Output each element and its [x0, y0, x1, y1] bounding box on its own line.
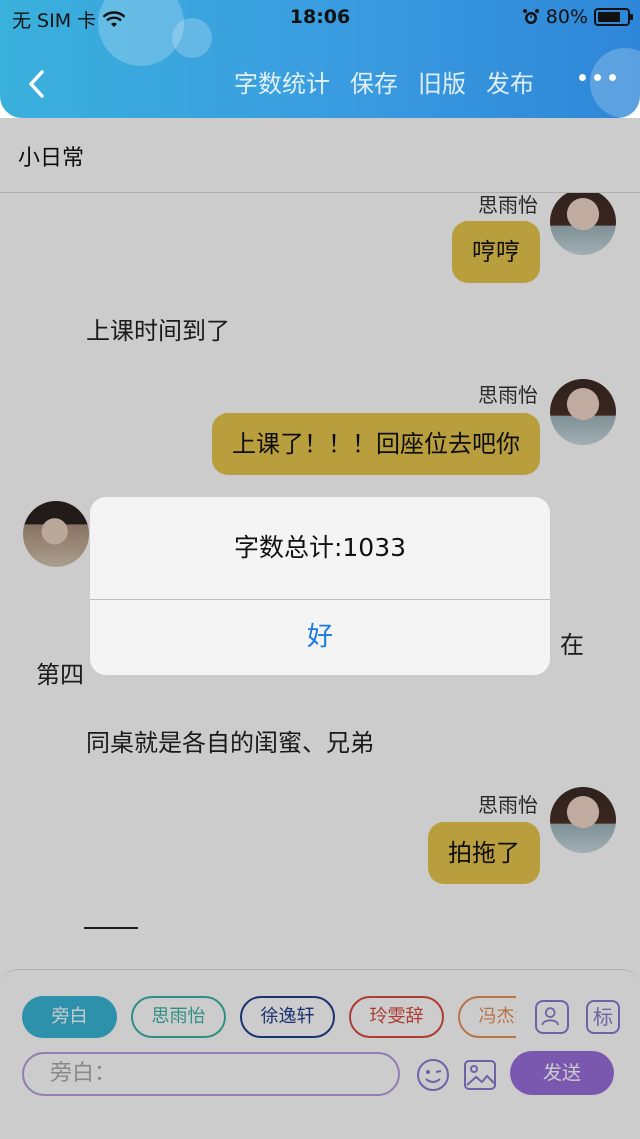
back-chevron-icon[interactable] [24, 66, 52, 102]
old-version-button[interactable]: 旧版 [418, 66, 466, 102]
status-bar: 无 SIM 卡 18:06 80% [0, 0, 640, 36]
nav-actions: 字数统计 保存 旧版 发布 [234, 66, 534, 102]
publish-button[interactable]: 发布 [486, 66, 534, 102]
battery-fill [598, 12, 621, 22]
battery-percent: 80% [545, 6, 588, 28]
save-button[interactable]: 保存 [350, 66, 398, 102]
word-count-dialog: 字数总计:1033 好 [90, 497, 550, 675]
dialog-message: 字数总计:1033 [233, 533, 407, 562]
app-header: 无 SIM 卡 18:06 80% 字数统计 保存 旧版 发布 [0, 0, 640, 118]
dialog-ok-button[interactable]: 好 [90, 600, 550, 675]
word-count-button[interactable]: 字数统计 [234, 66, 330, 102]
battery-icon [594, 8, 633, 26]
nav-bar: 字数统计 保存 旧版 发布 [0, 60, 640, 108]
alarm-icon [522, 9, 539, 24]
more-options-icon[interactable] [579, 74, 616, 81]
